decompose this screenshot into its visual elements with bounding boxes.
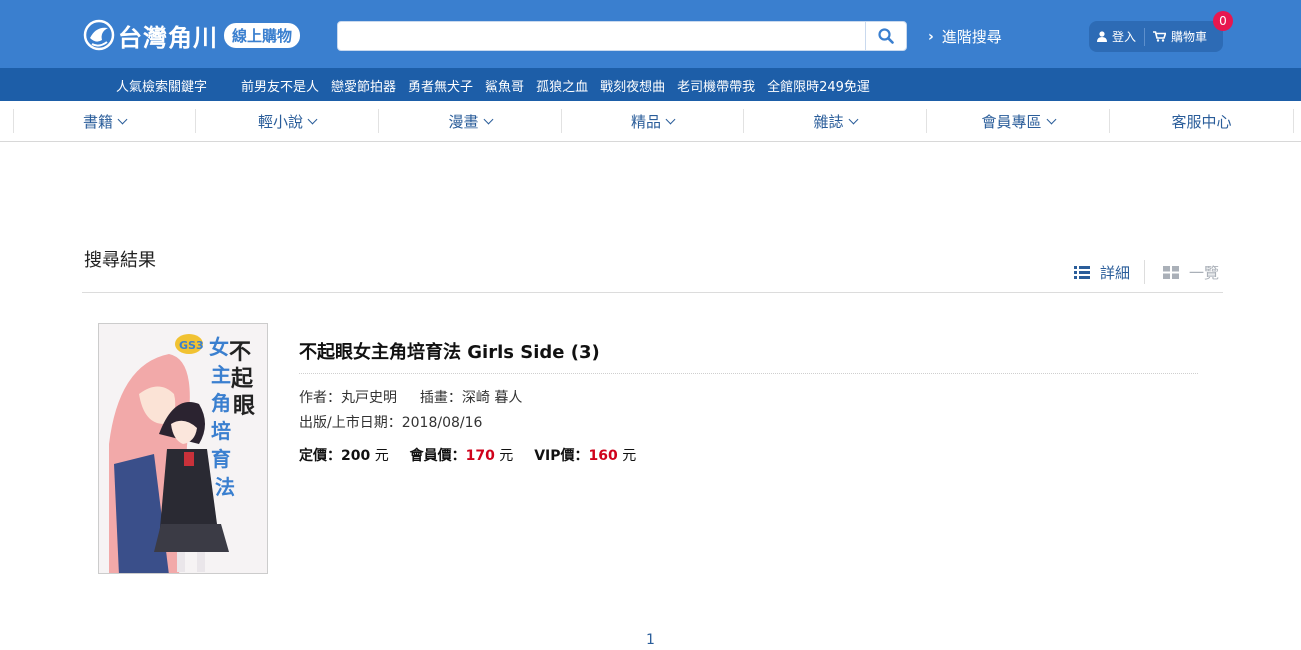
grid-view-label: 一覽	[1189, 263, 1220, 282]
book-title-link[interactable]: 不起眼女主角培育法 Girls Side (3)	[299, 338, 600, 364]
hot-keyword[interactable]: 老司機帶帶我	[677, 76, 755, 95]
chevron-down-icon	[848, 114, 858, 124]
hot-keyword[interactable]: 勇者無犬子	[408, 76, 473, 95]
detail-view-label: 詳細	[1100, 263, 1131, 282]
view-toggle-divider	[1144, 260, 1146, 284]
chevron-down-icon	[1046, 114, 1056, 124]
chevron-down-icon	[665, 114, 676, 124]
results-divider	[82, 292, 1223, 293]
list-price-currency: 元	[374, 448, 389, 464]
member-price-currency: 元	[499, 448, 514, 464]
book-cover-image[interactable]: 不 起 眼 女 主 角 培 育 法 GS3	[98, 323, 268, 574]
publish-date: 出版/上市日期：2018/08/16	[299, 412, 482, 432]
advanced-search-link[interactable]: › 進階搜尋	[928, 26, 1002, 47]
hot-keyword-list: 前男友不是人 戀愛節拍器 勇者無犬子 鯊魚哥 孤狼之血 戰刻夜想曲 老司機帶帶我…	[241, 76, 870, 95]
hot-keyword-title: 人氣檢索關鍵字	[116, 80, 208, 95]
site-logo[interactable]: 台灣角川 線上購物	[82, 16, 301, 54]
grid-view-button[interactable]: 一覽	[1163, 262, 1219, 283]
hot-keyword[interactable]: 孤狼之血	[536, 76, 588, 95]
nav-member-area-label: 會員專區	[981, 112, 1042, 131]
list-price-label: 定價：	[299, 448, 341, 464]
author-name[interactable]: 丸戸史明	[341, 390, 397, 406]
login-button[interactable]: 登入	[1089, 21, 1144, 52]
nav-customer-service[interactable]: 客服中心	[1110, 101, 1293, 141]
nav-light-novels[interactable]: 輕小說	[196, 101, 378, 141]
page-title: 搜尋結果	[84, 250, 156, 271]
advanced-search-label: 進階搜尋	[941, 28, 1002, 46]
svg-text:角: 角	[211, 391, 231, 415]
list-icon	[1074, 265, 1090, 279]
cart-count-badge: 0	[1213, 11, 1233, 31]
svg-text:主: 主	[211, 363, 231, 387]
nav-comics-label: 漫畫	[448, 112, 479, 131]
svg-text:GS3: GS3	[179, 339, 204, 352]
nav-customer-service-label: 客服中心	[1171, 112, 1232, 131]
member-price-value: 170	[465, 448, 495, 464]
vip-price-value: 160	[588, 448, 618, 464]
view-toggle: 詳細 一覽	[1074, 260, 1219, 284]
svg-text:育: 育	[211, 447, 231, 471]
nav-magazines[interactable]: 雜誌	[744, 101, 926, 141]
nav-comics[interactable]: 漫畫	[379, 101, 561, 141]
chevron-right-icon: ›	[928, 28, 934, 45]
hot-keyword[interactable]: 全館限時249免運	[767, 76, 870, 95]
svg-text:不: 不	[229, 340, 251, 365]
nav-magazines-label: 雜誌	[813, 112, 844, 131]
illustrator-label: 插畫：	[419, 390, 462, 406]
book-title-divider	[299, 373, 1198, 374]
hot-keyword[interactable]: 戰刻夜想曲	[600, 76, 665, 95]
chevron-down-icon	[483, 114, 493, 124]
member-box: 登入 購物車	[1089, 21, 1223, 52]
nav-books-label: 書籍	[82, 112, 113, 131]
list-price-value: 200	[341, 448, 371, 464]
svg-text:起: 起	[230, 367, 254, 392]
svg-text:培: 培	[211, 419, 231, 443]
pagination-page-1[interactable]: 1	[646, 632, 655, 648]
hot-keyword[interactable]: 戀愛節拍器	[331, 76, 396, 95]
search-box	[337, 21, 907, 51]
logo-text: 台灣角川	[118, 23, 218, 52]
member-price-label: 會員價：	[409, 448, 466, 464]
top-header: 台灣角川 線上購物 › 進階搜尋 登入 購物車 0	[0, 0, 1301, 68]
nav-goods[interactable]: 精品	[562, 101, 743, 141]
user-icon	[1097, 31, 1107, 42]
cart-icon	[1153, 31, 1167, 42]
publish-date-value: 2018/08/16	[401, 415, 483, 431]
grid-icon	[1163, 265, 1180, 279]
svg-text:女: 女	[209, 335, 229, 359]
hot-keyword-bar: 人氣檢索關鍵字 前男友不是人 戀愛節拍器 勇者無犬子 鯊魚哥 孤狼之血 戰刻夜想…	[0, 68, 1301, 101]
price-info: 定價：200 元 會員價：170 元 VIP價：160 元	[299, 445, 636, 465]
detail-view-button[interactable]: 詳細	[1074, 262, 1130, 283]
svg-text:眼: 眼	[233, 394, 255, 419]
nav-divider	[1293, 109, 1294, 133]
chevron-down-icon	[117, 114, 128, 124]
logo-subtitle: 線上購物	[224, 22, 301, 48]
cart-label: 購物車	[1171, 30, 1208, 44]
svg-text:法: 法	[215, 475, 235, 499]
nav-books[interactable]: 書籍	[14, 101, 195, 141]
nav-light-novels-label: 輕小說	[257, 112, 303, 131]
category-nav: 書籍 輕小說 漫畫 精品 雜誌 會員專區 客服中心	[0, 101, 1301, 142]
cart-button[interactable]: 購物車	[1145, 21, 1215, 52]
chevron-down-icon	[307, 114, 318, 124]
hot-keyword[interactable]: 前男友不是人	[241, 76, 319, 95]
login-label: 登入	[1112, 30, 1137, 44]
vip-price-label: VIP價：	[534, 448, 589, 464]
vip-price-currency: 元	[622, 448, 637, 464]
phoenix-logo-icon	[82, 18, 116, 52]
book-credits: 作者：丸戸史明 插畫：深崎 暮人	[299, 387, 522, 407]
publish-date-label: 出版/上市日期：	[299, 415, 402, 431]
search-icon	[878, 28, 894, 44]
author-label: 作者：	[299, 390, 341, 406]
illustrator-name[interactable]: 深崎 暮人	[462, 390, 522, 406]
nav-goods-label: 精品	[630, 112, 661, 131]
hot-keyword[interactable]: 鯊魚哥	[485, 76, 524, 95]
search-button[interactable]	[865, 22, 906, 50]
search-input[interactable]	[346, 26, 856, 46]
nav-member-area[interactable]: 會員專區	[927, 101, 1109, 141]
